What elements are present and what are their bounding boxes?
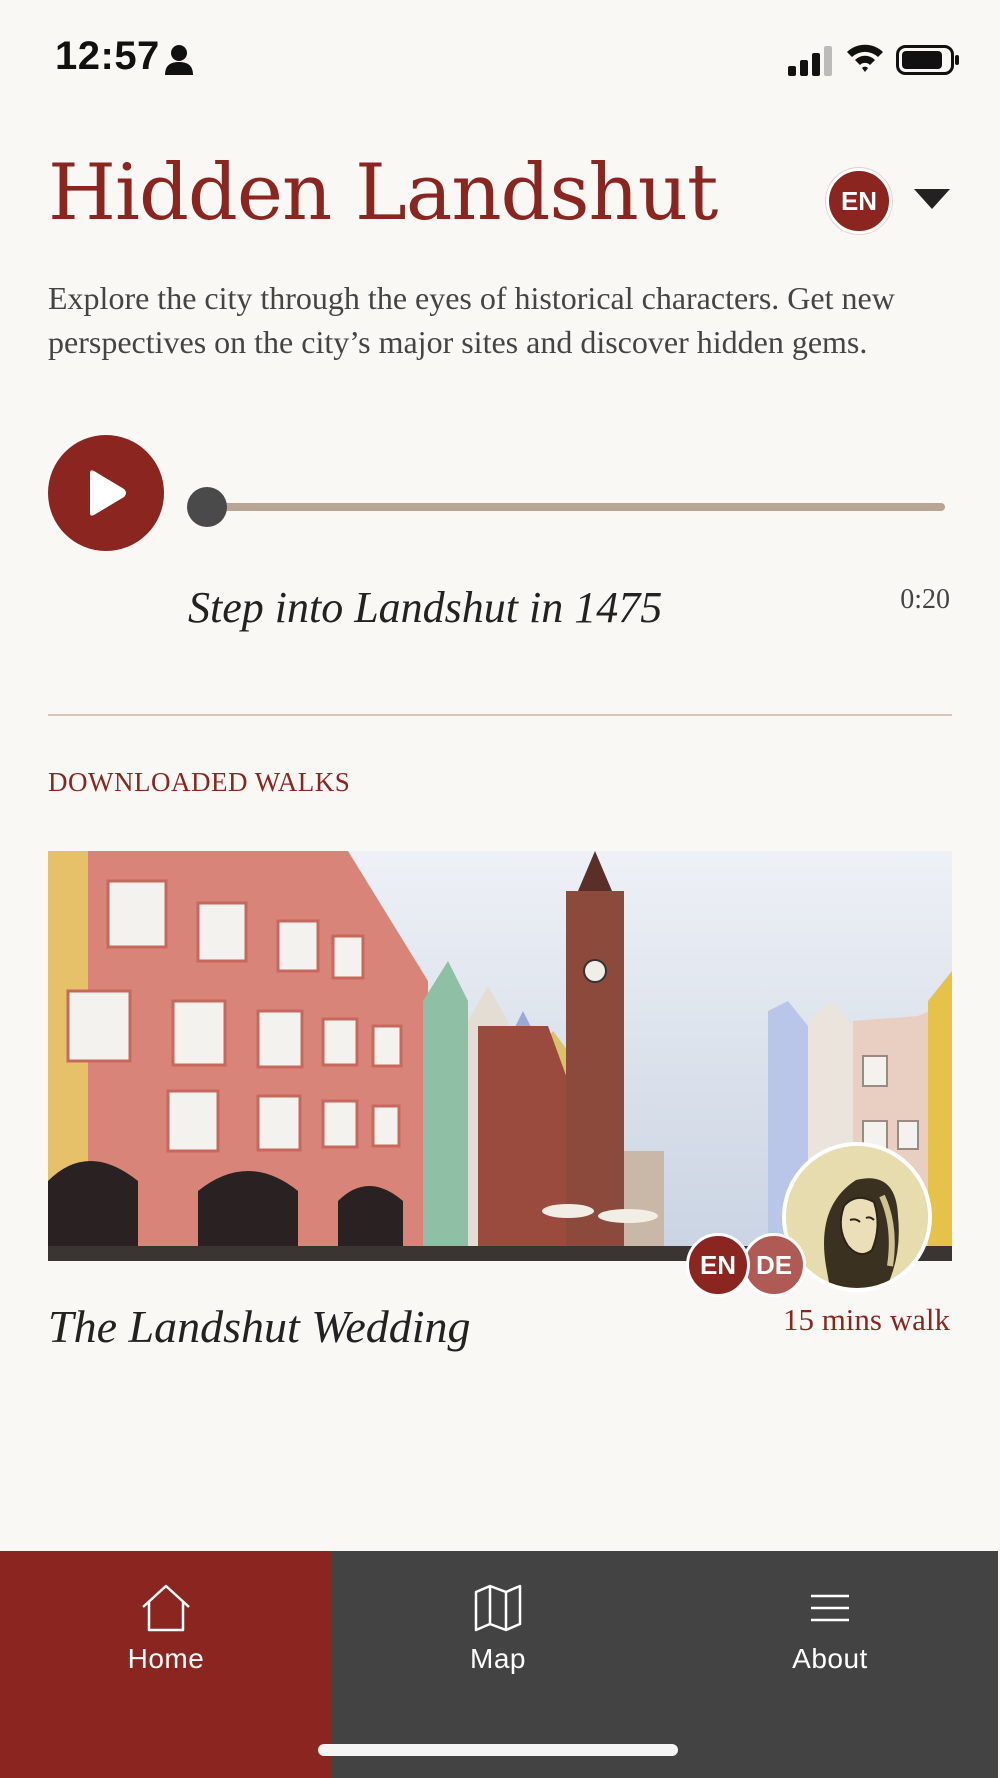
walk-language-badge-en: EN <box>686 1233 750 1297</box>
person-icon <box>165 45 193 75</box>
cellular-signal-icon <box>788 46 832 76</box>
nav-item-home[interactable]: Home <box>0 1551 332 1778</box>
nav-label-about: About <box>792 1643 868 1674</box>
home-icon <box>142 1584 190 1632</box>
chevron-down-icon[interactable] <box>912 187 952 211</box>
nav-label-map: Map <box>470 1643 526 1674</box>
page-title: Hidden Landshut <box>48 148 718 238</box>
status-time: 12:57 <box>55 34 160 78</box>
play-icon <box>90 470 126 516</box>
nav-item-about[interactable]: About <box>664 1551 996 1778</box>
menu-icon <box>811 1594 849 1622</box>
walk-title[interactable]: The Landshut Wedding <box>48 1300 471 1353</box>
battery-icon <box>896 45 959 75</box>
track-time: 0:20 <box>900 584 950 615</box>
nav-label-home: Home <box>127 1643 205 1674</box>
home-indicator <box>318 1744 678 1756</box>
walk-duration: 15 mins walk <box>782 1302 950 1337</box>
wifi-icon <box>847 44 883 72</box>
language-selector-badge[interactable]: EN <box>826 168 892 234</box>
character-portrait-icon <box>786 1146 928 1288</box>
play-button[interactable] <box>48 435 164 551</box>
audio-progress-thumb[interactable] <box>187 487 227 527</box>
intro-text: Explore the city through the eyes of his… <box>48 280 895 360</box>
walk-language-badge-de: DE <box>742 1233 806 1297</box>
section-divider <box>48 714 952 716</box>
section-label-downloaded-walks: DOWNLOADED WALKS <box>48 767 351 797</box>
audio-progress-track[interactable] <box>205 503 945 511</box>
track-title: Step into Landshut in 1475 <box>188 583 663 632</box>
map-icon <box>474 1584 522 1632</box>
